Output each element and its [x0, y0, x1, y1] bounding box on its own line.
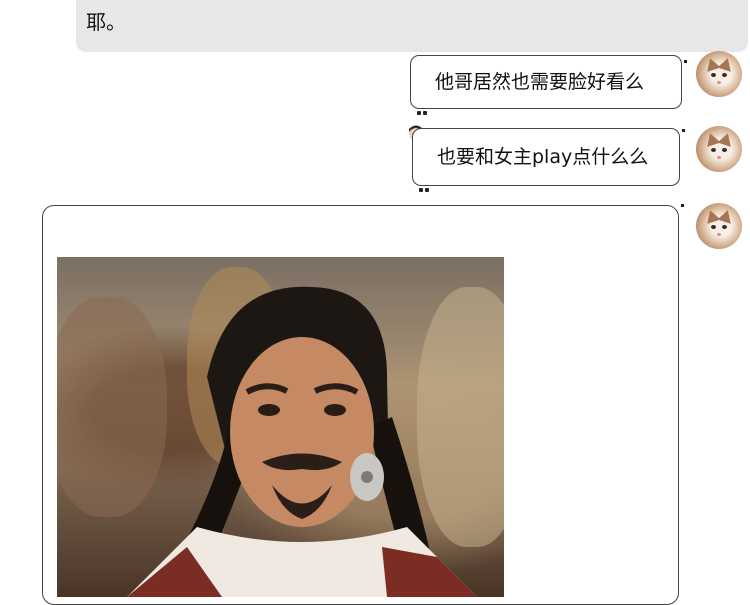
chat-window: 耶。 他哥居然也需要脸好看么 也要和女主play点什么么	[0, 0, 750, 605]
bubble-tail-decoration	[684, 60, 690, 68]
cat-avatar-icon[interactable]	[696, 203, 742, 249]
portrait-drawing	[127, 286, 477, 597]
bubble-tail-decoration	[681, 204, 687, 212]
outgoing-message-bubble[interactable]: 也要和女主play点什么么	[412, 128, 685, 192]
outgoing-message-text: 他哥居然也需要脸好看么	[435, 71, 645, 93]
outgoing-message-text: 也要和女主play点什么么	[437, 146, 649, 168]
cat-avatar-icon[interactable]	[696, 51, 742, 97]
photo-image[interactable]	[57, 257, 504, 597]
bubble-corner-decoration	[419, 188, 431, 194]
outgoing-message-bubble[interactable]: 他哥居然也需要脸好看么	[410, 55, 687, 115]
incoming-message-bubble[interactable]: 耶。	[76, 0, 748, 52]
bubble-corner-decoration	[417, 111, 429, 117]
bubble-tail-decoration	[682, 129, 688, 137]
cat-avatar-icon[interactable]	[696, 126, 742, 172]
incoming-message-text: 耶。	[86, 10, 126, 34]
